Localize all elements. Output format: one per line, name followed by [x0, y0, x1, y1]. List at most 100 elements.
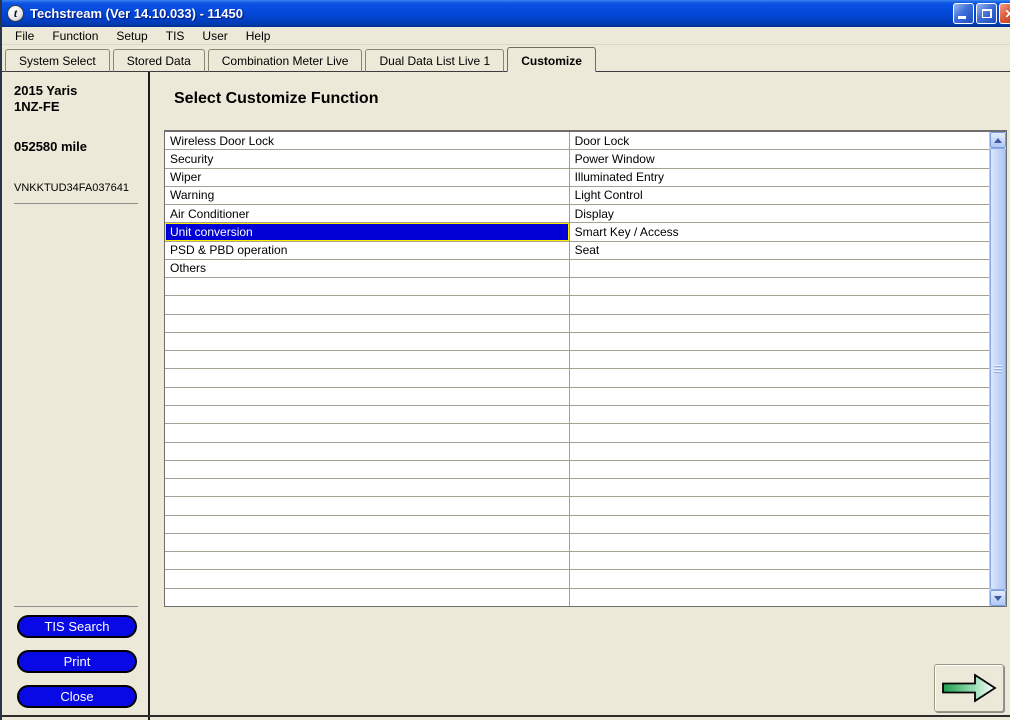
- function-cell-empty: [165, 570, 570, 587]
- tis-search-button[interactable]: TIS Search: [17, 615, 137, 638]
- function-cell-wiper[interactable]: Wiper: [165, 169, 570, 186]
- function-cell-empty: [165, 443, 570, 460]
- menu-item-user[interactable]: User: [193, 29, 236, 43]
- function-cell-empty: [165, 424, 570, 441]
- print-button[interactable]: Print: [17, 650, 137, 673]
- table-row: [165, 424, 989, 442]
- close-button[interactable]: ✕: [999, 3, 1010, 24]
- function-cell-others[interactable]: Others: [165, 260, 570, 277]
- table-row: [165, 534, 989, 552]
- restore-icon: [982, 9, 992, 18]
- table-row: [165, 406, 989, 424]
- menu-item-setup[interactable]: Setup: [107, 29, 156, 43]
- scroll-down-button[interactable]: [990, 590, 1006, 606]
- tab-strip: System SelectStored DataCombination Mete…: [2, 45, 1010, 72]
- function-cell-security[interactable]: Security: [165, 150, 570, 167]
- minimize-button[interactable]: [953, 3, 974, 24]
- table-row: [165, 461, 989, 479]
- vin-number: VNKKTUD34FA037641: [14, 182, 138, 204]
- menu-item-function[interactable]: Function: [43, 29, 107, 43]
- tab-dual-data-list-live-1[interactable]: Dual Data List Live 1: [365, 49, 504, 72]
- function-cell-empty: [570, 589, 989, 606]
- close-button[interactable]: Close: [17, 685, 137, 708]
- tab-customize[interactable]: Customize: [507, 47, 596, 72]
- table-row: Wireless Door LockDoor Lock: [165, 132, 989, 150]
- function-cell-light-control[interactable]: Light Control: [570, 187, 989, 204]
- function-cell-air-conditioner[interactable]: Air Conditioner: [165, 205, 570, 222]
- function-cell-empty: [165, 589, 570, 606]
- tab-stored-data[interactable]: Stored Data: [113, 49, 205, 72]
- function-cell-empty: [165, 479, 570, 496]
- function-cell-empty: [570, 333, 989, 350]
- table-row: [165, 388, 989, 406]
- vertical-scrollbar[interactable]: [989, 132, 1006, 606]
- scrollbar-thumb[interactable]: [990, 148, 1006, 590]
- function-cell-empty: [165, 497, 570, 514]
- function-cell-empty: [570, 278, 989, 295]
- table-row: [165, 296, 989, 314]
- techstream-window: t Techstream (Ver 14.10.033) - 11450 ✕ F…: [0, 0, 1010, 720]
- function-cell-empty: [165, 333, 570, 350]
- tab-combination-meter-live[interactable]: Combination Meter Live: [208, 49, 363, 72]
- function-cell-smart-key-access[interactable]: Smart Key / Access: [570, 223, 989, 240]
- table-row: [165, 497, 989, 515]
- function-cell-empty: [570, 388, 989, 405]
- function-cell-empty: [570, 516, 989, 533]
- menu-item-file[interactable]: File: [6, 29, 43, 43]
- vehicle-sidebar: 2015 Yaris 1NZ-FE 052580 mile VNKKTUD34F…: [2, 72, 148, 720]
- table-row: [165, 315, 989, 333]
- function-cell-selected[interactable]: Unit conversion: [165, 223, 570, 240]
- sidebar-buttons: TIS Search Print Close: [14, 615, 140, 710]
- function-cell-empty: [165, 516, 570, 533]
- tab-system-select[interactable]: System Select: [5, 49, 110, 72]
- table-row: Others: [165, 260, 989, 278]
- vehicle-model: 2015 Yaris: [14, 83, 140, 99]
- table-row: [165, 369, 989, 387]
- function-cell-warning[interactable]: Warning: [165, 187, 570, 204]
- function-cell-wireless-door-lock[interactable]: Wireless Door Lock: [165, 132, 570, 149]
- function-cell-empty: [570, 315, 989, 332]
- function-cell-empty: [570, 479, 989, 496]
- function-cell-empty: [570, 497, 989, 514]
- menu-item-help[interactable]: Help: [237, 29, 280, 43]
- function-cell-empty: [165, 315, 570, 332]
- function-cell-display[interactable]: Display: [570, 205, 989, 222]
- table-row: [165, 443, 989, 461]
- table-row: [165, 570, 989, 588]
- function-cell-door-lock[interactable]: Door Lock: [570, 132, 989, 149]
- next-button[interactable]: [934, 664, 1004, 712]
- scroll-up-button[interactable]: [990, 132, 1006, 148]
- function-cell-seat[interactable]: Seat: [570, 242, 989, 259]
- table-row: [165, 552, 989, 570]
- function-cell-empty: [165, 534, 570, 551]
- function-cell-illuminated-entry[interactable]: Illuminated Entry: [570, 169, 989, 186]
- function-cell-empty: [165, 461, 570, 478]
- techstream-logo-icon: t: [7, 5, 24, 22]
- table-row: SecurityPower Window: [165, 150, 989, 168]
- main-panel: Select Customize Function Wireless Door …: [150, 72, 1010, 720]
- function-cell-empty: [165, 351, 570, 368]
- function-cell-power-window[interactable]: Power Window: [570, 150, 989, 167]
- odometer-value: 052580 mile: [14, 139, 140, 154]
- restore-button[interactable]: [976, 3, 997, 24]
- menu-item-tis[interactable]: TIS: [157, 29, 194, 43]
- table-row: [165, 589, 989, 606]
- table-row: [165, 351, 989, 369]
- function-cell-empty: [165, 406, 570, 423]
- table-row: [165, 516, 989, 534]
- window-bottom-edge: [2, 715, 1010, 717]
- function-cell-empty: [570, 260, 989, 277]
- customize-function-table: Wireless Door LockDoor LockSecurityPower…: [164, 130, 1007, 607]
- function-cell-empty: [570, 369, 989, 386]
- table-row: [165, 333, 989, 351]
- table-row: Unit conversionSmart Key / Access: [165, 223, 989, 241]
- chevron-down-icon: [994, 596, 1002, 601]
- function-cell-empty: [570, 424, 989, 441]
- chevron-up-icon: [994, 138, 1002, 143]
- page-title: Select Customize Function: [174, 90, 378, 108]
- engine-code: 1NZ-FE: [14, 99, 140, 115]
- table-row: WarningLight Control: [165, 187, 989, 205]
- function-cell-psd-pbd-operation[interactable]: PSD & PBD operation: [165, 242, 570, 259]
- table-row: [165, 479, 989, 497]
- function-cell-empty: [570, 443, 989, 460]
